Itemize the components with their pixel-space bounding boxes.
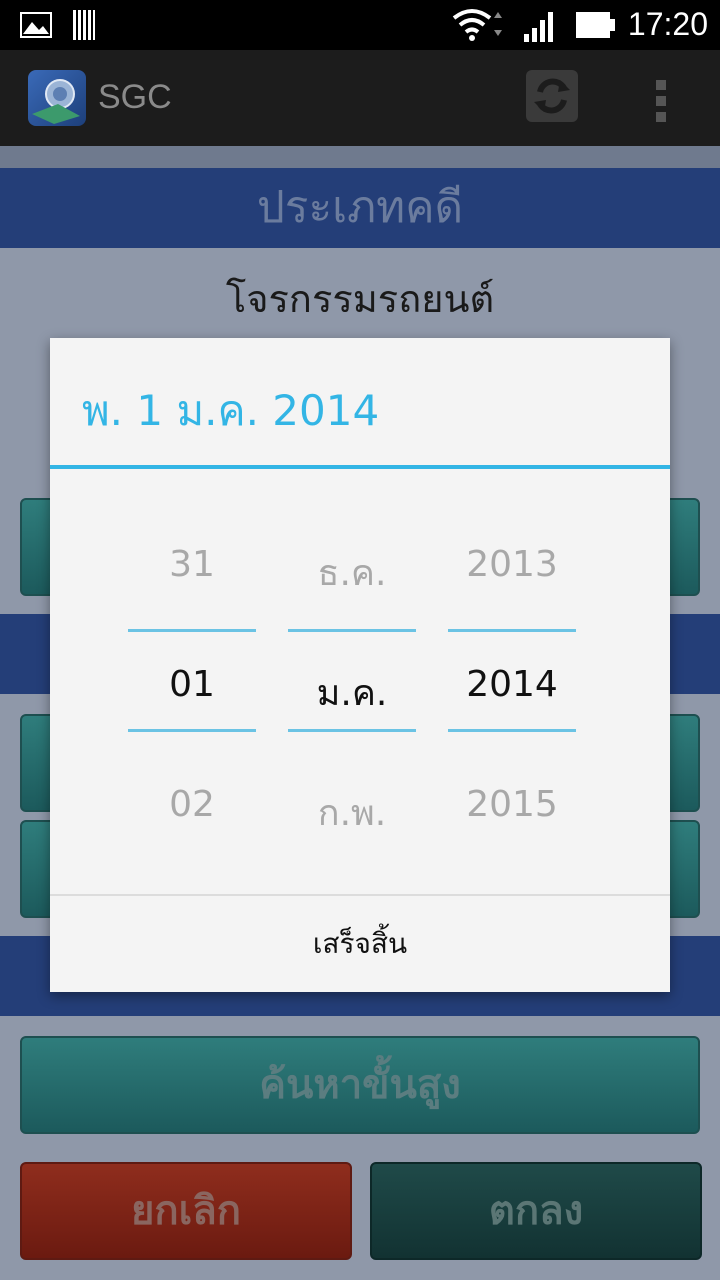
ok-button[interactable]: ตกลง bbox=[370, 1162, 702, 1260]
year-picker[interactable]: 2013 2014 2015 bbox=[448, 469, 576, 899]
month-picker[interactable]: ธ.ค. ม.ค. ก.พ. bbox=[288, 469, 416, 899]
cell-signal-icon bbox=[524, 12, 553, 42]
app-title: SGC bbox=[98, 78, 172, 116]
refresh-icon bbox=[534, 78, 570, 114]
month-prev[interactable]: ธ.ค. bbox=[288, 544, 416, 601]
ok-label: ตกลง bbox=[488, 1188, 584, 1234]
year-prev[interactable]: 2013 bbox=[448, 544, 576, 585]
section-header-label: ประเภทคดี bbox=[256, 182, 464, 233]
year-current[interactable]: 2014 bbox=[448, 664, 576, 705]
status-bar: 17:20 bbox=[0, 0, 720, 50]
date-picker-dialog: พ. 1 ม.ค. 2014 31 01 02 ธ.ค. ม.ค. ก.พ. 2… bbox=[50, 338, 670, 992]
barcode-notification-icon bbox=[73, 10, 95, 40]
day-selection-line-bottom bbox=[128, 729, 256, 732]
year-selection-line-bottom bbox=[448, 729, 576, 732]
advanced-search-button[interactable]: ค้นหาขั้นสูง bbox=[20, 1036, 700, 1134]
day-next[interactable]: 02 bbox=[128, 784, 256, 825]
month-selection-line-top bbox=[288, 629, 416, 632]
status-time: 17:20 bbox=[627, 6, 708, 42]
battery-icon bbox=[576, 12, 615, 38]
done-button[interactable]: เสร็จสิ้น bbox=[50, 896, 670, 992]
month-current[interactable]: ม.ค. bbox=[288, 664, 416, 721]
cancel-label: ยกเลิก bbox=[130, 1188, 242, 1234]
action-bar-shadow bbox=[0, 146, 720, 168]
section-header-case-type: ประเภทคดี bbox=[0, 168, 720, 248]
month-next[interactable]: ก.พ. bbox=[288, 784, 416, 841]
day-picker[interactable]: 31 01 02 bbox=[128, 469, 256, 899]
wifi-icon bbox=[452, 9, 502, 41]
action-bar: SGC bbox=[0, 50, 720, 146]
month-selection-line-bottom bbox=[288, 729, 416, 732]
day-selection-line-top bbox=[128, 629, 256, 632]
refresh-button[interactable] bbox=[526, 70, 578, 122]
overflow-menu-button[interactable] bbox=[646, 76, 676, 126]
image-notification-icon bbox=[20, 12, 52, 38]
done-label: เสร็จสิ้น bbox=[312, 927, 408, 960]
advanced-search-label: ค้นหาขั้นสูง bbox=[259, 1062, 461, 1108]
dialog-title: พ. 1 ม.ค. 2014 bbox=[82, 386, 380, 435]
cancel-button[interactable]: ยกเลิก bbox=[20, 1162, 352, 1260]
case-type-value[interactable]: โจรกรรมรถยนต์ bbox=[0, 268, 720, 329]
year-next[interactable]: 2015 bbox=[448, 784, 576, 825]
app-logo-icon[interactable] bbox=[28, 70, 86, 126]
year-selection-line-top bbox=[448, 629, 576, 632]
day-current[interactable]: 01 bbox=[128, 664, 256, 705]
day-prev[interactable]: 31 bbox=[128, 544, 256, 585]
